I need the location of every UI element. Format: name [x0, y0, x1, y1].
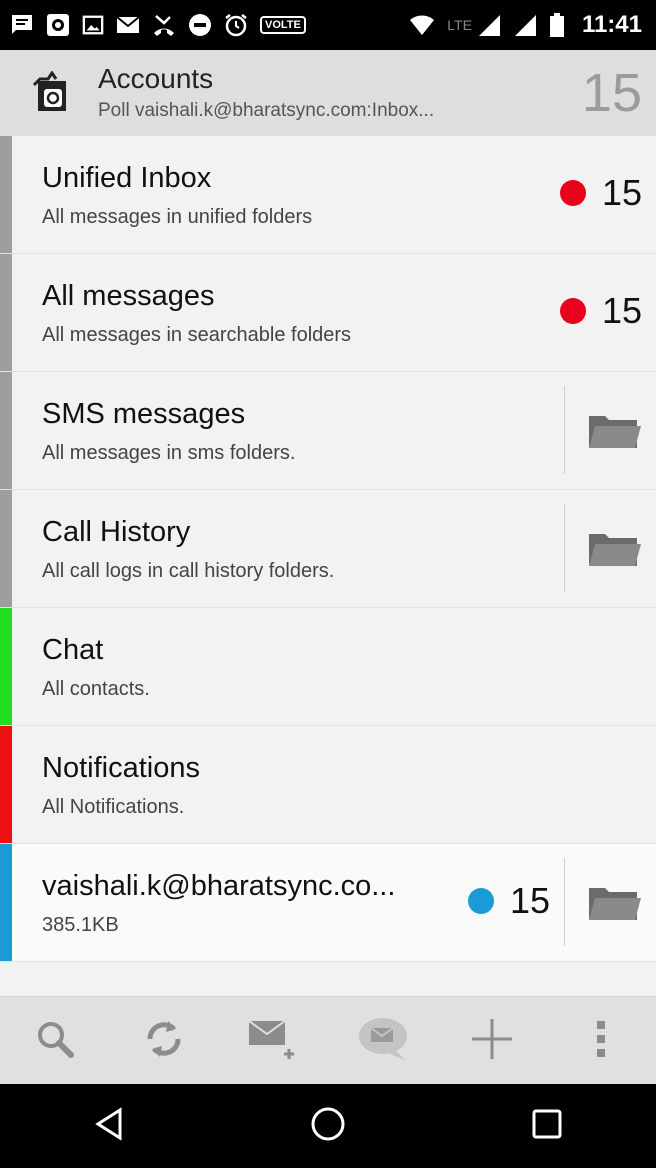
refresh-icon [142, 1017, 186, 1066]
total-unread-count: 15 [581, 63, 642, 123]
mail-icon [116, 15, 140, 35]
item-title: Call History [42, 516, 191, 548]
page-title: Accounts [98, 63, 214, 94]
accounts-list: Unified Inbox All messages in unified fo… [0, 136, 656, 962]
unread-indicator: 15 [559, 172, 642, 214]
overflow-menu-button[interactable] [571, 1011, 631, 1071]
refresh-button[interactable] [134, 1011, 194, 1071]
divider [564, 386, 565, 474]
color-bar [0, 844, 12, 961]
system-nav-bar [0, 1084, 656, 1168]
list-item-sms-messages[interactable]: SMS messages All messages in sms folders… [0, 372, 656, 490]
battery-icon [549, 13, 564, 37]
home-button[interactable] [298, 1096, 358, 1156]
poll-status: Poll vaishali.k@bharatsync.com:Inbox... [98, 100, 435, 121]
item-subtitle: All messages in sms folders. [42, 442, 296, 464]
item-title: All messages [42, 280, 215, 312]
folder-button[interactable] [586, 412, 642, 454]
app-icon [32, 70, 72, 115]
folder-icon [587, 412, 641, 455]
color-bar [0, 726, 12, 843]
recents-icon [532, 1109, 562, 1144]
account-size: 385.1KB [42, 914, 119, 936]
compose-button[interactable] [243, 1011, 303, 1071]
search-icon [35, 1019, 75, 1064]
unread-dot [467, 888, 494, 914]
item-subtitle: All Notifications. [42, 796, 185, 818]
back-button[interactable] [79, 1096, 139, 1156]
camera-icon [46, 13, 70, 37]
wifi-icon [409, 14, 435, 36]
search-button[interactable] [25, 1011, 85, 1071]
list-item-unified-inbox[interactable]: Unified Inbox All messages in unified fo… [0, 136, 656, 254]
bottom-action-bar [0, 996, 656, 1085]
item-subtitle: All contacts. [42, 678, 150, 700]
unread-indicator: 15 [559, 290, 642, 332]
add-icon [470, 1017, 514, 1066]
color-bar [0, 490, 12, 607]
color-bar [0, 254, 12, 371]
list-item-call-history[interactable]: Call History All call logs in call histo… [0, 490, 656, 608]
item-title: Unified Inbox [42, 162, 212, 194]
missed-call-icon [152, 13, 176, 37]
divider [564, 504, 565, 592]
overflow-menu-icon [595, 1019, 607, 1064]
unread-indicator: 15 [467, 880, 550, 922]
color-bar [0, 136, 12, 253]
chat-button[interactable] [353, 1011, 413, 1071]
accounts-header[interactable]: Accounts Poll vaishali.k@bharatsync.com:… [0, 50, 656, 136]
signal-icon [514, 13, 538, 37]
unread-dot [559, 298, 586, 324]
list-item-notifications[interactable]: Notifications All Notifications. [0, 726, 656, 844]
folder-icon [587, 530, 641, 573]
back-icon [94, 1106, 124, 1146]
home-icon [310, 1106, 346, 1147]
alarm-icon [224, 13, 248, 37]
item-subtitle: All messages in searchable folders [42, 324, 352, 346]
folder-button[interactable] [586, 884, 642, 926]
unread-count: 15 [601, 172, 642, 213]
list-item-all-messages[interactable]: All messages All messages in searchable … [0, 254, 656, 372]
account-email: vaishali.k@bharatsync.co... [42, 870, 396, 902]
item-subtitle: All call logs in call history folders. [42, 560, 335, 582]
volte-icon: VOLTE [260, 16, 306, 34]
unread-dot [559, 180, 586, 206]
folder-icon [587, 884, 641, 927]
item-title: SMS messages [42, 398, 246, 430]
lte-label: LTE [447, 17, 472, 33]
color-bar [0, 608, 12, 725]
message-icon [10, 13, 34, 37]
list-item-chat[interactable]: Chat All contacts. [0, 608, 656, 726]
status-bar: VOLTE LTE 11:41 [0, 0, 656, 50]
recents-button[interactable] [517, 1096, 577, 1156]
item-subtitle: All messages in unified folders [42, 206, 313, 228]
folder-button[interactable] [586, 530, 642, 572]
add-button[interactable] [462, 1011, 522, 1071]
list-item-account[interactable]: vaishali.k@bharatsync.co... 385.1KB 15 [0, 844, 656, 962]
status-bar-notifications: VOLTE [10, 13, 306, 37]
divider [564, 858, 565, 946]
item-title: Chat [42, 634, 104, 666]
compose-icon [247, 1017, 299, 1066]
image-icon [82, 14, 104, 36]
signal-icon [478, 13, 502, 37]
item-title: Notifications [42, 752, 200, 784]
unread-count: 15 [601, 290, 642, 331]
unread-count: 15 [509, 880, 550, 921]
do-not-disturb-icon [188, 13, 212, 37]
color-bar [0, 372, 12, 489]
chat-icon [357, 1016, 409, 1067]
status-bar-system: LTE 11:41 [409, 11, 642, 39]
header-text: Accounts Poll vaishali.k@bharatsync.com:… [98, 64, 582, 122]
status-bar-time: 11:41 [581, 11, 642, 38]
